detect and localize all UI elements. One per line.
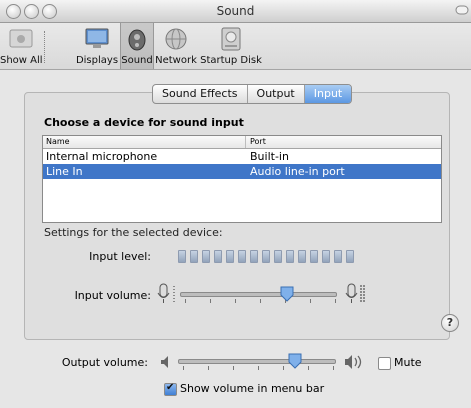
speaker-high-icon bbox=[345, 355, 362, 369]
tab-bar: Sound Effects Output Input bbox=[152, 84, 353, 104]
tick bbox=[208, 366, 209, 370]
microphone-low-icon bbox=[157, 283, 175, 303]
device-name: Internal microphone bbox=[46, 150, 158, 163]
tick bbox=[258, 366, 259, 370]
toolbar-label: Startup Disk bbox=[200, 55, 262, 66]
output-volume-ticks bbox=[183, 366, 334, 370]
input-volume-slider[interactable] bbox=[180, 292, 337, 297]
device-name: Line In bbox=[46, 165, 83, 178]
tick bbox=[333, 366, 334, 370]
level-segment bbox=[262, 250, 270, 263]
window-title: Sound bbox=[216, 4, 255, 18]
tick bbox=[210, 299, 211, 303]
tick bbox=[283, 366, 284, 370]
column-header-port[interactable]: Port bbox=[250, 137, 266, 146]
mute-label: Mute bbox=[394, 356, 422, 369]
table-row-selected[interactable]: Line In Audio line-in port bbox=[43, 164, 441, 179]
speaker-icon bbox=[128, 29, 146, 51]
level-segment bbox=[286, 250, 294, 263]
level-segment bbox=[190, 250, 198, 263]
level-segment bbox=[226, 250, 234, 263]
tick bbox=[235, 299, 236, 303]
tick bbox=[260, 299, 261, 303]
input-level-meter bbox=[178, 250, 354, 263]
help-button[interactable]: ? bbox=[441, 314, 459, 332]
toolbar-startup-disk[interactable]: Startup Disk bbox=[200, 23, 262, 69]
output-volume-slider[interactable] bbox=[178, 359, 336, 364]
input-volume-ticks bbox=[185, 299, 336, 303]
tick bbox=[185, 299, 186, 303]
level-segment bbox=[334, 250, 342, 263]
network-globe-icon bbox=[165, 28, 187, 50]
input-volume-label: Input volume: bbox=[74, 289, 151, 302]
toolbar-label: Sound bbox=[121, 55, 153, 66]
tick bbox=[335, 299, 336, 303]
tab-input[interactable]: Input bbox=[304, 85, 352, 103]
output-volume-label: Output volume: bbox=[61, 356, 148, 369]
level-segment bbox=[274, 250, 282, 263]
level-segment bbox=[298, 250, 306, 263]
microphone-high-icon bbox=[345, 283, 365, 303]
output-volume-knob[interactable] bbox=[288, 353, 302, 369]
level-segment bbox=[250, 250, 258, 263]
show-volume-label: Show volume in menu bar bbox=[180, 382, 325, 395]
show-volume-checkbox[interactable] bbox=[164, 382, 177, 396]
column-header-name[interactable]: Name bbox=[46, 137, 70, 146]
settings-label: Settings for the selected device: bbox=[44, 226, 223, 239]
device-port: Built-in bbox=[250, 150, 289, 163]
toolbar-sound[interactable]: Sound bbox=[120, 23, 154, 69]
tab-sound-effects[interactable]: Sound Effects bbox=[153, 85, 248, 103]
toolbar-label: Show All bbox=[0, 55, 43, 66]
input-panel: Choose a device for sound input Name Por… bbox=[24, 92, 459, 340]
level-segment bbox=[202, 250, 210, 263]
level-segment bbox=[214, 250, 222, 263]
tick bbox=[308, 366, 309, 370]
table-header: Name Port bbox=[43, 136, 441, 149]
toolbar-separator bbox=[44, 31, 46, 63]
mute-checkbox[interactable] bbox=[378, 357, 391, 370]
hard-disk-icon bbox=[221, 27, 241, 51]
level-segment bbox=[238, 250, 246, 263]
toolbar-network[interactable]: Network bbox=[154, 23, 198, 69]
sound-preferences-window: Sound Show All Displays Sound Network St… bbox=[0, 0, 471, 408]
toolbar-displays[interactable]: Displays bbox=[74, 23, 120, 69]
display-icon bbox=[85, 28, 109, 48]
title-bar[interactable]: Sound bbox=[0, 0, 471, 23]
level-segment bbox=[310, 250, 318, 263]
speaker-low-icon bbox=[161, 356, 168, 368]
tick bbox=[310, 299, 311, 303]
toolbar-toggle-icon[interactable] bbox=[455, 3, 469, 17]
tick bbox=[233, 366, 234, 370]
tab-output[interactable]: Output bbox=[248, 85, 305, 103]
input-volume-knob[interactable] bbox=[280, 286, 294, 302]
level-segment bbox=[322, 250, 330, 263]
input-device-table[interactable]: Name Port Internal microphone Built-in L… bbox=[42, 135, 442, 223]
input-level-label: Input level: bbox=[89, 250, 151, 263]
table-row[interactable]: Internal microphone Built-in bbox=[43, 149, 441, 164]
apple-icon bbox=[9, 29, 33, 48]
toolbar-label: Network bbox=[155, 55, 197, 66]
level-segment bbox=[346, 250, 354, 263]
toolbar: Show All Displays Sound Network Startup … bbox=[0, 23, 471, 70]
toolbar-label: Displays bbox=[75, 55, 119, 66]
level-segment bbox=[178, 250, 186, 263]
tick bbox=[183, 366, 184, 370]
device-port: Audio line-in port bbox=[250, 165, 345, 178]
column-divider bbox=[245, 136, 246, 148]
toolbar-show-all[interactable]: Show All bbox=[0, 23, 43, 69]
device-list-heading: Choose a device for sound input bbox=[44, 116, 244, 129]
